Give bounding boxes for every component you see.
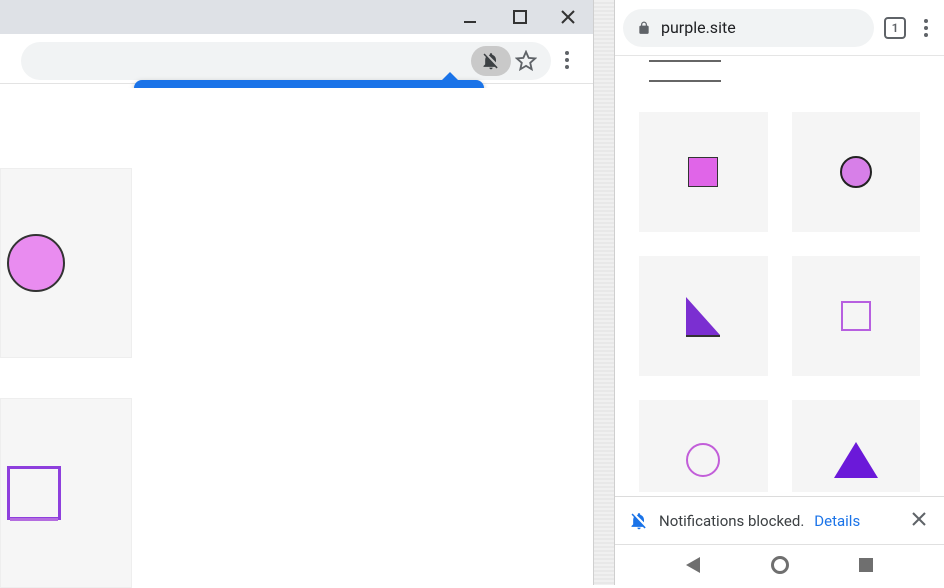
maximize-icon <box>513 10 527 24</box>
nav-back-button[interactable] <box>686 557 700 573</box>
mobile-address-bar[interactable]: purple.site <box>623 9 874 47</box>
infobar-close-button[interactable] <box>908 510 930 531</box>
filled-circle-shape-icon <box>840 156 872 188</box>
filled-triangle-shape-icon <box>834 442 878 478</box>
bell-off-icon <box>481 51 501 71</box>
pink-circle-shape-icon <box>7 234 65 292</box>
shape-card[interactable] <box>639 256 768 376</box>
omnibox-actions <box>471 46 539 76</box>
notifications-blocked-pill[interactable] <box>471 46 511 76</box>
window-minimize-button[interactable] <box>447 0 493 34</box>
text-stub <box>649 80 721 82</box>
infobar-details-link[interactable]: Details <box>814 512 860 530</box>
purple-square-outline-shape-icon <box>7 466 61 520</box>
outline-square-shape-icon <box>841 301 871 331</box>
infobar-message: Notifications blocked. <box>659 512 804 530</box>
shape-card[interactable] <box>792 400 921 492</box>
window-maximize-button[interactable] <box>497 0 543 34</box>
window-titlebar <box>0 0 593 34</box>
outline-circle-shape-icon <box>686 443 720 477</box>
tab-count-value: 1 <box>892 21 899 35</box>
shape-card[interactable] <box>639 400 768 492</box>
bookmark-star-button[interactable] <box>513 48 539 74</box>
android-navbar <box>615 544 944 585</box>
url-text: purple.site <box>661 18 736 37</box>
shapes-grid <box>639 112 920 492</box>
star-icon <box>515 50 537 72</box>
close-icon <box>912 512 926 526</box>
bell-off-icon <box>629 511 649 531</box>
shape-card[interactable] <box>792 256 921 376</box>
browser-menu-button[interactable] <box>557 50 577 70</box>
nav-recent-button[interactable] <box>859 558 873 572</box>
filled-square-shape-icon <box>688 157 718 187</box>
text-stub <box>649 60 721 62</box>
desktop-chrome-window: You usually block notifications. To let … <box>0 0 593 585</box>
mobile-toolbar: purple.site 1 <box>615 0 944 56</box>
window-close-button[interactable] <box>545 0 591 34</box>
content-card[interactable] <box>0 168 132 358</box>
notifications-blocked-infobar: Notifications blocked. Details <box>615 496 944 544</box>
filled-right-triangle-shape-icon <box>686 297 720 335</box>
page-content-left <box>0 88 593 585</box>
content-card[interactable] <box>0 398 132 588</box>
close-icon <box>561 10 575 24</box>
window-divider <box>593 0 615 585</box>
minimize-icon <box>463 10 477 24</box>
browser-toolbar <box>0 34 593 84</box>
mobile-chrome-window: purple.site 1 <box>615 0 944 585</box>
shape-card[interactable] <box>639 112 768 232</box>
lock-icon <box>637 21 651 35</box>
page-content-right <box>615 56 944 492</box>
shape-card[interactable] <box>792 112 921 232</box>
nav-home-button[interactable] <box>771 556 789 574</box>
mobile-menu-button[interactable] <box>916 19 936 37</box>
tab-switcher-button[interactable]: 1 <box>884 17 906 39</box>
